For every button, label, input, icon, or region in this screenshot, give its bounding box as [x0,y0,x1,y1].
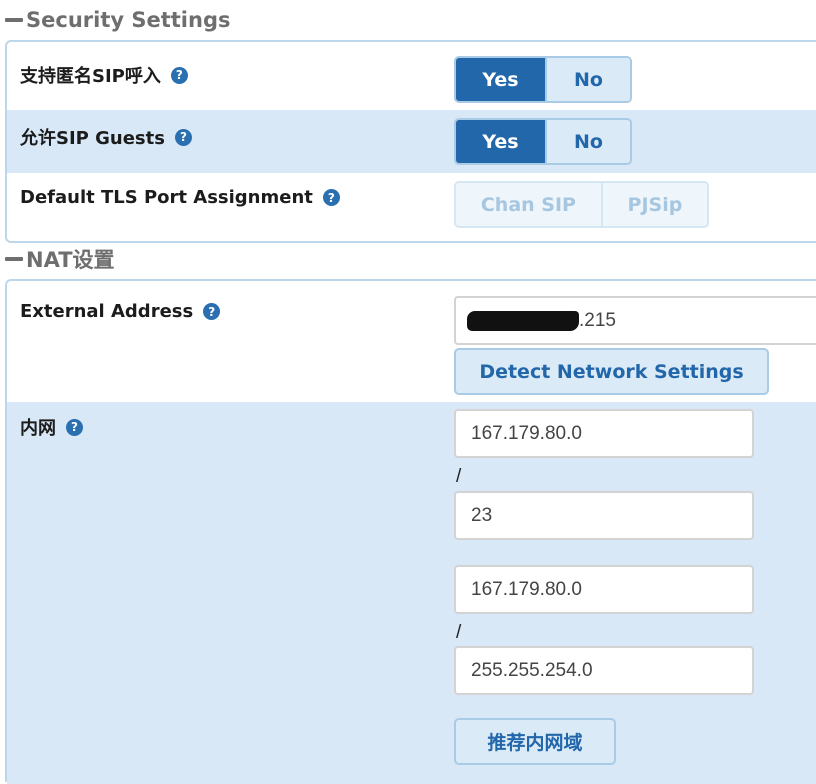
tls-chan-sip-button[interactable]: Chan SIP [456,183,601,226]
recommend-local-network-button[interactable]: 推荐内网域 [454,718,616,765]
help-icon[interactable]: ? [203,303,221,320]
collapse-icon[interactable] [5,257,23,261]
detect-network-settings-button[interactable]: Detect Network Settings [454,348,769,395]
tls-port-label: Default TLS Port Assignment ? [20,187,340,208]
external-address-label: External Address ? [20,301,221,322]
security-panel: 支持匿名SIP呼入 ? Yes No 允许SIP Guests ? Yes No… [5,40,816,243]
help-icon[interactable]: ? [66,418,83,436]
sip-guests-no-button[interactable]: No [544,120,630,163]
nat-section-title[interactable]: NAT设置 [5,244,115,274]
external-address-input[interactable]: .215 [454,296,816,345]
local-network-label: 内网 ? [20,414,83,440]
help-icon[interactable]: ? [170,66,188,84]
local-network-row: 内网 ? 167.179.80.0 / 23 167.179.80.0 / 25… [7,402,816,784]
network-separator: / [456,466,462,487]
sip-guests-row: 允许SIP Guests ? Yes No [7,110,816,173]
local-network-address-input[interactable]: 167.179.80.0 [454,409,754,458]
redacted-mark [467,310,579,331]
help-icon[interactable]: ? [322,189,340,206]
sip-guests-label: 允许SIP Guests ? [20,124,192,150]
sip-guests-yes-button[interactable]: Yes [456,120,545,163]
sip-guests-toggle: Yes No [454,118,632,165]
local-network-mask-input[interactable]: 23 [454,491,754,540]
anonymous-sip-row: 支持匿名SIP呼入 ? Yes No [7,48,816,110]
nat-panel: External Address ? .215 Detect Network S… [5,279,816,784]
security-title-text: Security Settings [26,8,231,32]
anonymous-sip-toggle: Yes No [454,56,632,103]
anonymous-sip-no-button[interactable]: No [544,58,630,101]
local-network-address-input[interactable]: 167.179.80.0 [454,565,754,614]
network-separator: / [456,622,462,643]
tls-port-row: Default TLS Port Assignment ? Chan SIP P… [7,173,816,239]
tls-pjsip-button[interactable]: PJSip [600,183,707,226]
help-icon[interactable]: ? [174,128,192,146]
collapse-icon[interactable] [5,18,23,22]
anonymous-sip-label: 支持匿名SIP呼入 ? [20,62,188,88]
security-section-title[interactable]: Security Settings [5,5,230,35]
external-address-row: External Address ? .215 Detect Network S… [7,281,816,402]
anonymous-sip-yes-button[interactable]: Yes [456,58,545,101]
local-network-mask-input[interactable]: 255.255.254.0 [454,646,754,695]
tls-port-toggle: Chan SIP PJSip [454,181,709,228]
nat-title-text: NAT设置 [26,248,115,272]
